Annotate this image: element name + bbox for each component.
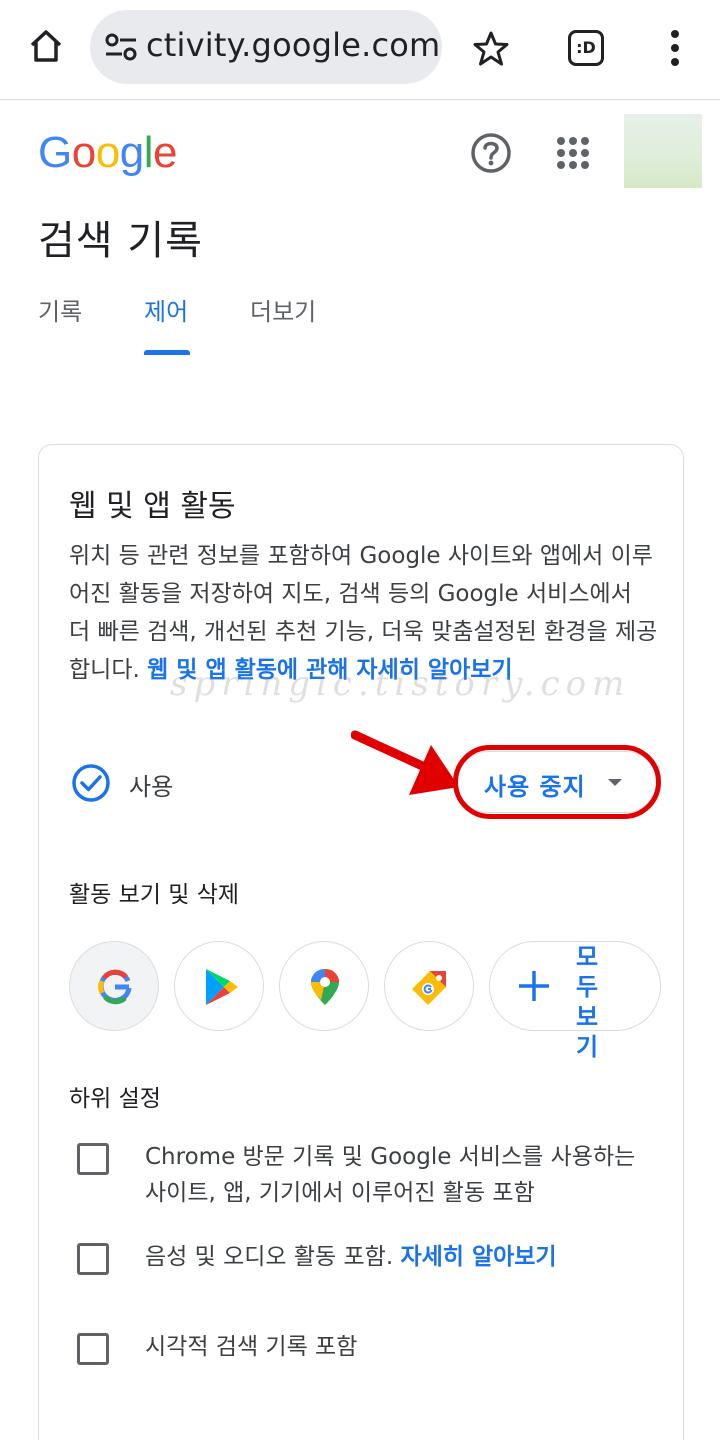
chrome-history-label: Chrome 방문 기록 및 Google 서비스를 사용하는 사이트, 앱, … xyxy=(145,1144,636,1206)
web-app-activity-card: 웹 및 앱 활동 위치 등 관련 정보를 포함하여 Google 사이트와 앱에… xyxy=(38,444,684,1440)
tab-more[interactable]: 더보기 xyxy=(250,292,316,327)
home-icon[interactable] xyxy=(26,26,66,66)
google-activity-button[interactable] xyxy=(69,941,159,1031)
help-icon[interactable] xyxy=(470,132,512,174)
google-icon xyxy=(98,969,132,1005)
url-text: ctivity.google.com xyxy=(146,26,441,64)
status-label: 사용 xyxy=(129,773,174,801)
address-bar[interactable]: ctivity.google.com xyxy=(90,10,442,84)
maps-icon xyxy=(311,969,339,1005)
chrome-history-checkbox[interactable] xyxy=(77,1143,109,1175)
tab-history[interactable]: 기록 xyxy=(38,292,82,327)
see-all-label: 모두보기 xyxy=(576,943,611,1061)
tab-controls[interactable]: 제어 xyxy=(144,292,188,327)
account-avatar[interactable] xyxy=(624,114,702,188)
maps-activity-button[interactable] xyxy=(279,941,369,1031)
voice-learn-more-link[interactable]: 자세히 알아보기 xyxy=(400,1244,556,1270)
site-settings-icon[interactable] xyxy=(104,32,138,62)
plus-icon xyxy=(519,971,549,1001)
page-title: 검색 기록 xyxy=(38,218,203,264)
shopping-tag-icon xyxy=(412,971,446,1005)
tab-switcher-button[interactable]: :D xyxy=(568,30,604,66)
google-apps-icon[interactable] xyxy=(556,136,590,170)
google-logo[interactable]: Google xyxy=(38,128,177,178)
see-all-button[interactable]: 모두보기 xyxy=(489,941,661,1061)
visual-search-label: 시각적 검색 기록 포함 xyxy=(145,1334,358,1360)
more-options-icon[interactable] xyxy=(668,28,682,68)
voice-audio-text: 음성 및 오디오 활동 포함. xyxy=(145,1244,394,1270)
watermark-text: springic.tistory.com xyxy=(170,664,631,704)
annotation-arrow-icon xyxy=(351,730,459,795)
check-circle-icon xyxy=(72,764,110,802)
bookmark-star-icon[interactable] xyxy=(472,30,510,68)
voice-audio-checkbox[interactable] xyxy=(77,1243,109,1275)
voice-audio-label: 음성 및 오디오 활동 포함. 자세히 알아보기 xyxy=(145,1239,655,1275)
visual-search-checkbox[interactable] xyxy=(77,1333,109,1365)
card-title: 웹 및 앱 활동 xyxy=(69,489,236,524)
annotation-highlight-ring xyxy=(453,745,661,819)
play-store-activity-button[interactable] xyxy=(174,941,264,1031)
active-tab-indicator xyxy=(144,350,190,355)
play-store-icon xyxy=(206,969,238,1005)
browser-toolbar: ctivity.google.com :D xyxy=(0,0,720,100)
subsettings-label: 하위 설정 xyxy=(69,1086,161,1112)
view-delete-label: 활동 보기 및 삭제 xyxy=(69,882,240,908)
shopping-activity-button[interactable] xyxy=(384,941,474,1031)
